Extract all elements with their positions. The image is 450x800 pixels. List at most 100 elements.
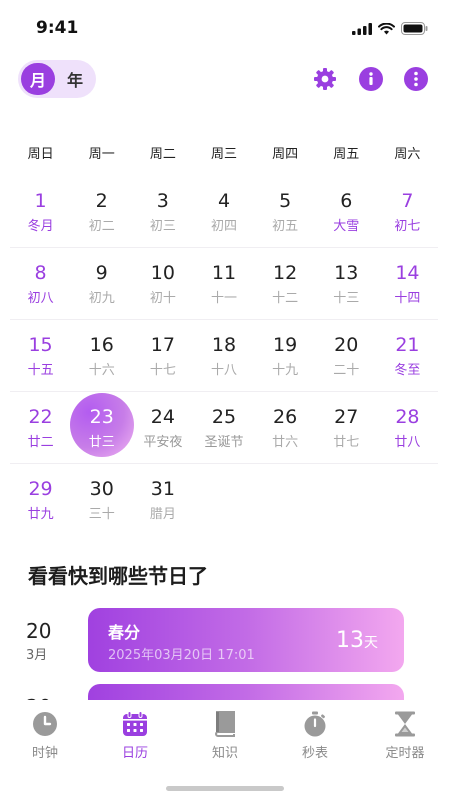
calendar-day[interactable]: 7 初七 [377, 176, 438, 247]
day-number: 20 [334, 334, 359, 356]
holiday-day: 20 [26, 619, 52, 643]
bottom-tab-bar: 时钟 日历 知识 秒表 定时器 [0, 700, 450, 766]
year-toggle-button[interactable]: 年 [58, 63, 92, 95]
day-number: 3 [156, 190, 169, 212]
lunar-date: 廿七 [333, 435, 360, 450]
info-icon[interactable] [359, 67, 383, 91]
lunar-date: 初五 [272, 219, 299, 234]
tab-timer[interactable]: 定时器 [360, 700, 450, 766]
calendar-day-selected[interactable]: 23 廿三 [69, 392, 134, 463]
lunar-date: 廿八 [394, 435, 421, 450]
holiday-datetime: 2025年03月20日 17:01 [108, 648, 255, 663]
calendar-day[interactable]: 21 冬至 [377, 320, 438, 391]
month-year-toggle[interactable]: 月 年 [18, 60, 96, 98]
tab-knowledge[interactable]: 知识 [180, 700, 270, 766]
calendar-day[interactable]: 14 十四 [377, 248, 438, 319]
calendar-week: 22 廿二 23 廿三 24 平安夜 25 圣诞节 26 廿六 27 廿七 28 廿八 [10, 392, 438, 464]
gear-icon[interactable] [313, 67, 337, 91]
day-number: 1 [34, 190, 47, 212]
tab-stopwatch[interactable]: 秒表 [270, 700, 360, 766]
hourglass-icon [391, 710, 419, 738]
more-icon[interactable] [404, 67, 428, 91]
calendar-day[interactable]: 27 廿七 [316, 392, 377, 463]
lunar-date: 圣诞节 [204, 435, 244, 450]
weekday-header: 周日 周一 周二 周三 周四 周五 周六 [10, 143, 438, 163]
day-number: 4 [217, 190, 231, 212]
weekday-label: 周一 [88, 147, 115, 162]
calendar-day[interactable]: 28 廿八 [377, 392, 438, 463]
calendar-day[interactable]: 13 十三 [316, 248, 377, 319]
holiday-item[interactable]: 20 3月 春分 2025年03月20日 17:01 13天 [0, 606, 450, 672]
calendar-day-empty [316, 464, 377, 536]
calendar-day[interactable]: 5 初五 [255, 176, 316, 247]
lunar-date: 冬月 [27, 219, 54, 234]
tab-clock[interactable]: 时钟 [0, 700, 90, 766]
calendar-day[interactable]: 16 十六 [71, 320, 132, 391]
calendar-day[interactable]: 3 初三 [132, 176, 193, 247]
calendar-day[interactable]: 12 十二 [255, 248, 316, 319]
calendar-day[interactable]: 17 十七 [132, 320, 193, 391]
countdown-unit: 天 [364, 635, 378, 651]
month-toggle-button[interactable]: 月 [21, 63, 55, 95]
calendar-day[interactable]: 24 平安夜 [132, 392, 193, 463]
day-number: 24 [150, 406, 175, 428]
holiday-date: 20 3月 [26, 620, 76, 663]
holiday-item[interactable]: 20 3月 春分 [0, 682, 450, 702]
calendar-day[interactable]: 4 初四 [193, 176, 254, 247]
calendar-day-empty [193, 464, 254, 536]
header: 月 年 [0, 58, 450, 102]
day-number: 17 [150, 334, 175, 356]
calendar-day[interactable]: 9 初九 [71, 248, 132, 319]
lunar-date: 冬至 [394, 363, 421, 378]
calendar-day[interactable]: 31 腊月 [132, 464, 193, 536]
lunar-date: 廿二 [27, 435, 54, 450]
lunar-date: 初七 [394, 219, 421, 234]
book-icon [211, 710, 239, 738]
weekday-label: 周日 [27, 147, 54, 162]
day-number: 21 [395, 334, 420, 356]
day-number: 18 [211, 334, 237, 356]
calendar-day[interactable]: 25 圣诞节 [193, 392, 254, 463]
tab-calendar[interactable]: 日历 [90, 700, 180, 766]
calendar-day[interactable]: 30 三十 [71, 464, 132, 536]
calendar-day[interactable]: 2 初二 [71, 176, 132, 247]
weekday-label: 周二 [149, 147, 176, 162]
calendar-day[interactable]: 26 廿六 [255, 392, 316, 463]
lunar-date: 三十 [88, 507, 115, 522]
calendar-day[interactable]: 6 大雪 [316, 176, 377, 247]
lunar-date: 十二 [272, 291, 299, 306]
day-number: 27 [334, 406, 359, 428]
signal-icon [352, 20, 372, 39]
lunar-date: 十六 [88, 363, 115, 378]
lunar-date: 廿九 [27, 507, 54, 522]
calendar-day[interactable]: 15 十五 [10, 320, 71, 391]
lunar-date: 十八 [210, 363, 237, 378]
lunar-date: 十一 [210, 291, 237, 306]
day-number: 29 [28, 478, 53, 500]
calendar-day[interactable]: 22 廿二 [10, 392, 71, 463]
calendar-day[interactable]: 20 二十 [316, 320, 377, 391]
calendar-day[interactable]: 29 廿九 [10, 464, 71, 536]
clock-icon [31, 710, 59, 738]
calendar-day[interactable]: 10 初十 [132, 248, 193, 319]
day-number: 12 [273, 262, 298, 284]
day-number: 19 [273, 334, 298, 356]
lunar-date: 腊月 [149, 507, 176, 522]
lunar-date: 十七 [149, 363, 176, 378]
calendar-day[interactable]: 8 初八 [10, 248, 71, 319]
holiday-card[interactable]: 春分 2025年03月20日 17:01 13天 [88, 608, 404, 672]
day-number: 6 [340, 190, 353, 212]
day-number: 31 [150, 478, 175, 500]
holiday-list[interactable]: 20 3月 春分 2025年03月20日 17:01 13天 20 3月 春分 [0, 606, 450, 702]
calendar-week: 8 初八 9 初九 10 初十 11 十一 12 十二 13 十三 14 十四 [10, 248, 438, 320]
tab-label: 日历 [121, 746, 148, 761]
calendar-week: 1 冬月 2 初二 3 初三 4 初四 5 初五 6 大雪 7 初七 [10, 176, 438, 248]
stopwatch-icon [301, 710, 329, 738]
tab-label: 时钟 [31, 746, 58, 761]
calendar-day[interactable]: 11 十一 [193, 248, 254, 319]
tab-label: 定时器 [385, 746, 425, 761]
day-number: 23 [89, 406, 114, 428]
calendar-day[interactable]: 1 冬月 [10, 176, 71, 247]
calendar-day[interactable]: 18 十八 [193, 320, 254, 391]
calendar-day[interactable]: 19 十九 [255, 320, 316, 391]
